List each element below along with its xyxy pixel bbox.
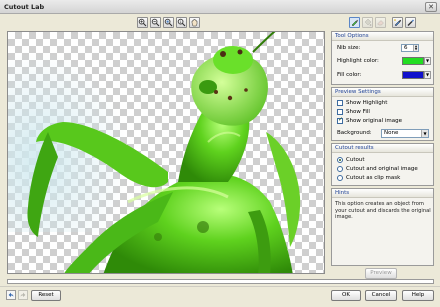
- show-fill-label: Show Fill: [346, 109, 370, 115]
- spin-arrows-icon[interactable]: ▲ ▼: [413, 45, 418, 51]
- svg-text:1: 1: [179, 20, 181, 24]
- preview-canvas[interactable]: [7, 31, 325, 274]
- show-original-checkbox[interactable]: [337, 116, 343, 124]
- cutout-clip-mask-label: Cutout as clip mask: [346, 175, 401, 181]
- zoom-actual-icon[interactable]: 1: [176, 17, 187, 28]
- pan-icon[interactable]: [189, 17, 200, 28]
- help-button[interactable]: Help: [402, 290, 434, 301]
- preview-button[interactable]: Preview: [365, 268, 397, 279]
- mantis-image: [8, 32, 301, 273]
- zoom-fit-icon[interactable]: [163, 17, 174, 28]
- cutout-and-original-label: Cutout and original image: [346, 166, 418, 172]
- fill-color-label: Fill color:: [337, 72, 362, 78]
- highlight-color-label: Highlight color:: [337, 58, 379, 64]
- ok-button[interactable]: OK: [331, 290, 361, 301]
- preview-edit-icon[interactable]: [405, 17, 416, 28]
- cutout-label: Cutout: [346, 157, 365, 163]
- title-bar: Cutout Lab ✕: [0, 0, 440, 14]
- fill-color-picker[interactable]: ▼: [402, 71, 431, 79]
- highlight-color-picker[interactable]: ▼: [402, 57, 431, 65]
- highlighter-icon[interactable]: [349, 17, 360, 28]
- preview-settings-header: Preview Settings: [332, 88, 433, 97]
- hints-panel: Hints This option creates an object from…: [331, 188, 434, 266]
- undo-icon[interactable]: [6, 290, 16, 300]
- nib-size-stepper[interactable]: 6 ▲ ▼: [401, 44, 419, 52]
- smart-highlighter-icon[interactable]: [392, 17, 403, 28]
- show-original-label: Show original image: [346, 118, 403, 124]
- tool-options-header: Tool Options: [332, 32, 433, 41]
- show-highlight-label: Show Highlight: [346, 100, 388, 106]
- background-select[interactable]: None ▼: [381, 129, 429, 138]
- zoom-in-icon[interactable]: [137, 17, 148, 28]
- progress-bar: [7, 279, 434, 284]
- cutout-radio[interactable]: [337, 157, 343, 163]
- hint-text: This option creates an object from your …: [335, 201, 431, 220]
- tool-options-panel: Tool Options Nib size: 6 ▲ ▼ Highlight co…: [331, 31, 434, 85]
- reset-button[interactable]: Reset: [31, 290, 61, 301]
- nib-size-value: 6: [404, 45, 408, 51]
- fill-icon[interactable]: [362, 17, 373, 28]
- nib-size-label: Nib size:: [337, 45, 361, 51]
- chevron-down-icon[interactable]: ▼: [424, 57, 431, 65]
- cutout-and-original-radio[interactable]: [337, 166, 343, 172]
- show-highlight-checkbox[interactable]: [337, 100, 343, 106]
- redo-icon[interactable]: [18, 290, 28, 300]
- background-label: Background:: [337, 130, 372, 136]
- preview-settings-panel: Preview Settings Show Highlight Show Fil…: [331, 87, 434, 141]
- show-fill-checkbox[interactable]: [337, 109, 343, 115]
- cancel-button[interactable]: Cancel: [365, 290, 397, 301]
- chevron-down-icon[interactable]: ▼: [424, 71, 431, 79]
- cutout-results-header: Cutout results: [332, 144, 433, 153]
- chevron-down-icon[interactable]: ▼: [421, 130, 428, 137]
- zoom-out-icon[interactable]: [150, 17, 161, 28]
- hints-header: Hints: [332, 189, 433, 198]
- window-title: Cutout Lab: [4, 3, 45, 11]
- background-value: None: [384, 130, 399, 136]
- cutout-results-panel: Cutout results Cutout Cutout and origina…: [331, 143, 434, 186]
- eraser-icon[interactable]: [375, 17, 386, 28]
- close-button[interactable]: ✕: [425, 2, 437, 12]
- cutout-clip-mask-radio[interactable]: [337, 175, 343, 181]
